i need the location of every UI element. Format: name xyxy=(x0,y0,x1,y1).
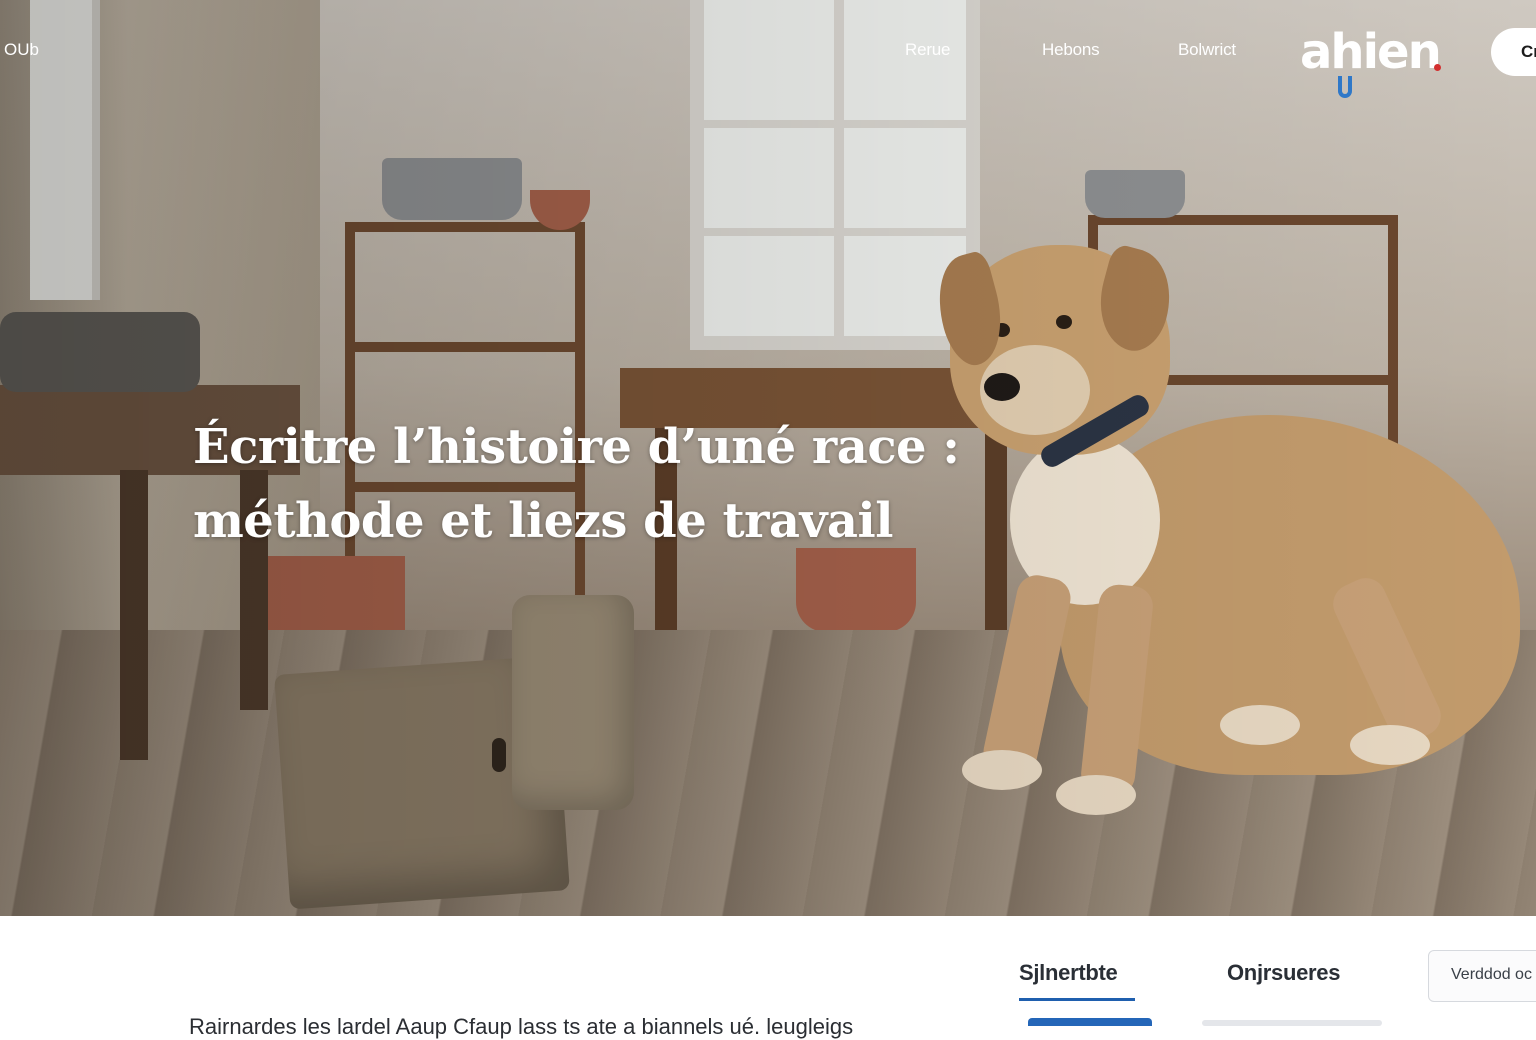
logo-mark-icon xyxy=(1338,76,1352,98)
logo-text: ahien xyxy=(1300,24,1442,80)
tab-1[interactable]: Sjlnertbte xyxy=(1019,960,1118,986)
intro-paragraph: Rairnardes les lardel Aaup Cfaup lass ts… xyxy=(189,1014,854,1039)
content-section: Sjlnertbte Onjrsueres Verddod oc Rairnar… xyxy=(0,916,1536,1039)
hero-headline: Écritre l’histoire d’uné race : méthode … xyxy=(193,410,1013,558)
logo-dot-icon xyxy=(1434,64,1441,71)
verify-button[interactable]: Verddod oc xyxy=(1428,950,1536,1002)
accent-strip xyxy=(1028,1018,1152,1026)
site-logo[interactable]: ahien xyxy=(1300,24,1442,98)
divider-strip xyxy=(1202,1020,1382,1026)
nav-link-1[interactable]: Rerue xyxy=(905,40,951,60)
nav-left-link[interactable]: OUb xyxy=(4,40,39,60)
header-cta-button[interactable]: Cr xyxy=(1491,28,1536,76)
hero-headline-line-1: Écritre l’histoire d’uné race : xyxy=(193,419,960,475)
nav-link-3[interactable]: Bolwrict xyxy=(1178,40,1236,60)
hero-headline-line-2: méthode et liezs de travail xyxy=(193,493,893,549)
nav-link-2[interactable]: Hebons xyxy=(1042,40,1100,60)
tab-2[interactable]: Onjrsueres xyxy=(1227,960,1340,986)
active-tab-indicator xyxy=(1019,998,1135,1001)
